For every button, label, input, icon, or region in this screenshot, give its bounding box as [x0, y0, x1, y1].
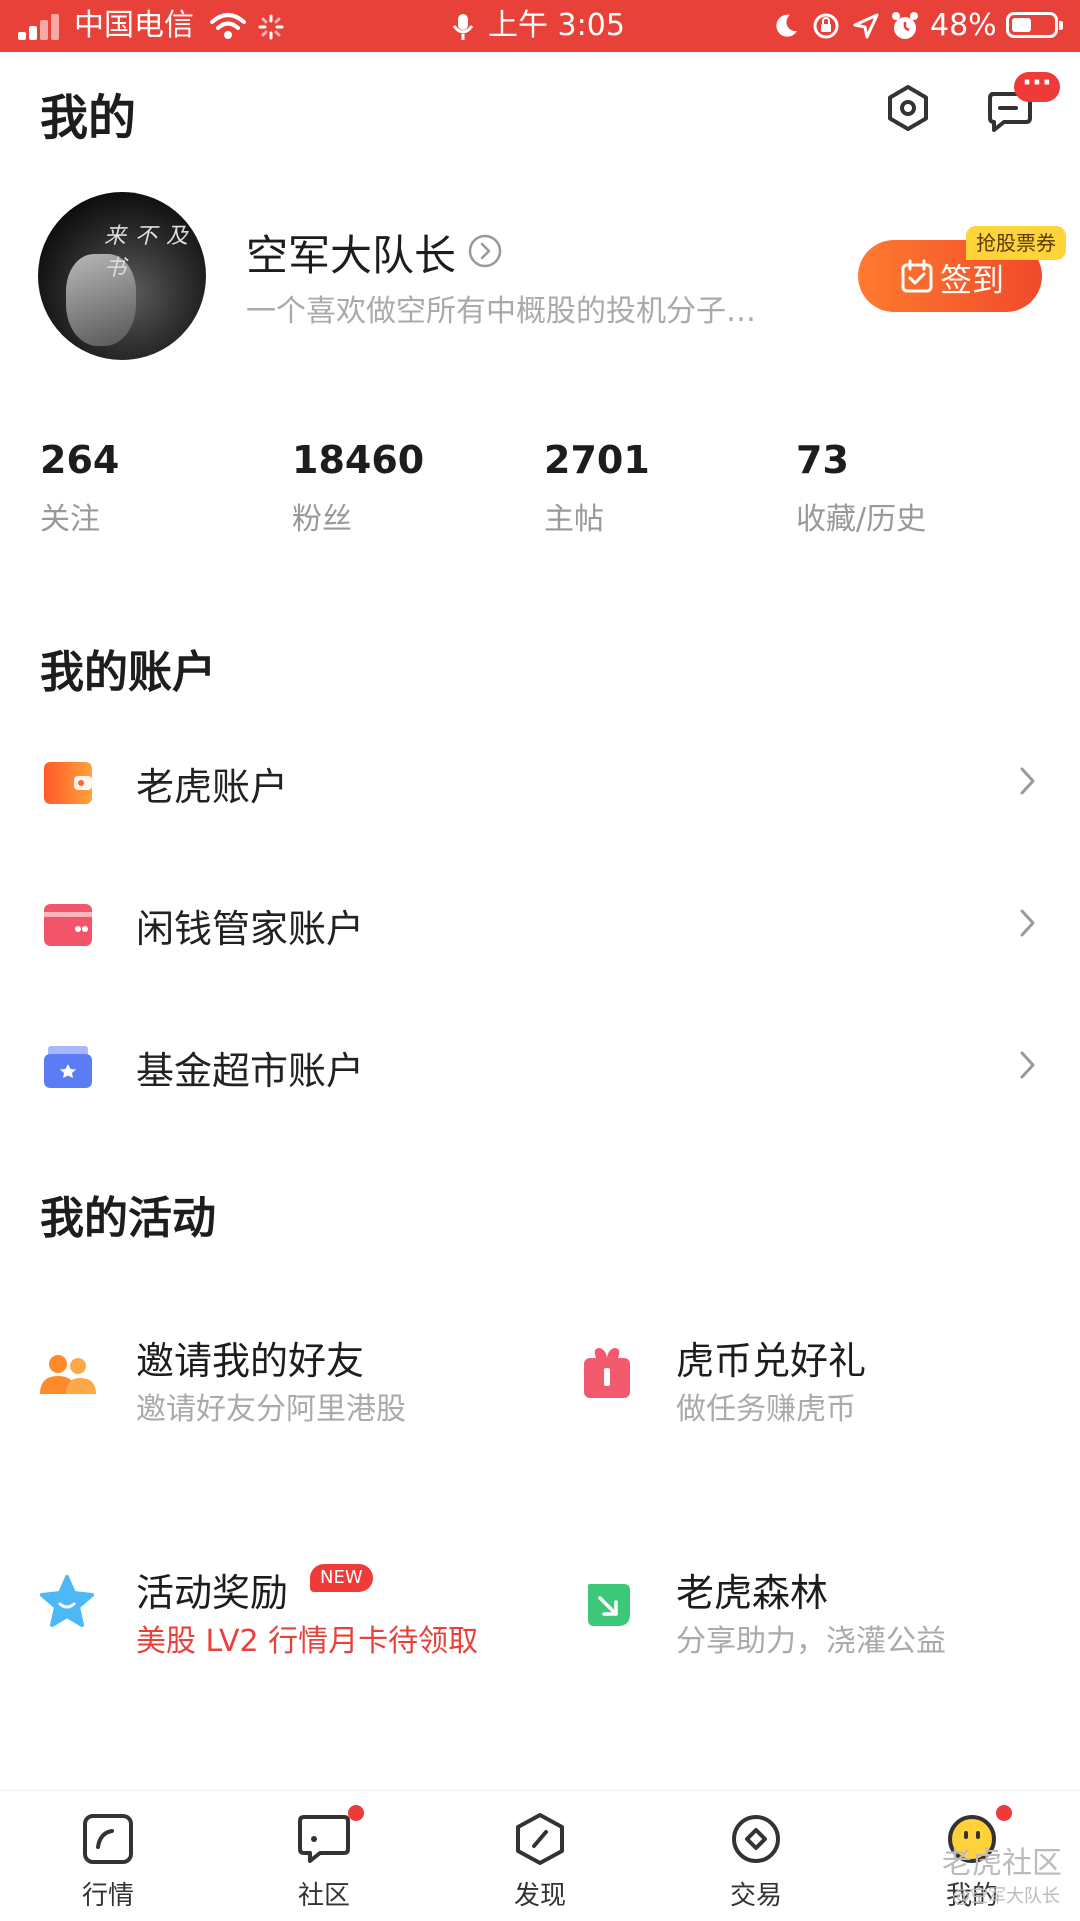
carrier-name: 中国电信 [74, 8, 194, 43]
activity-title: 老虎森林 [676, 1571, 829, 1615]
new-badge: NEW [310, 1564, 373, 1592]
moon-icon [776, 14, 797, 37]
activity-rewards[interactable]: 活动奖励 NEW 美股 LV2 行情月卡待领取 [0, 1552, 540, 1672]
wifi-icon [210, 13, 246, 39]
activity-title: 活动奖励 [136, 1571, 289, 1615]
invite-friends-icon [40, 1355, 96, 1394]
chart-icon [83, 1814, 133, 1864]
account-label: 闲钱管家账户 [136, 907, 365, 951]
chevron-right-circle-icon[interactable] [468, 234, 502, 268]
rotation-lock-icon [813, 13, 839, 39]
clock: 上午 3:05 [488, 8, 625, 43]
battery-icon [1006, 12, 1063, 38]
gift-icon [584, 1348, 630, 1398]
community-icon [298, 1815, 350, 1863]
tab-market[interactable]: 行情 [0, 1791, 216, 1921]
account-label: 老虎账户 [136, 765, 289, 809]
activity-subtitle: 邀请好友分阿里港股 [136, 1392, 406, 1427]
account-row-idle-money[interactable]: 闲钱管家账户 [0, 868, 1080, 988]
activity-subtitle: 美股 LV2 行情月卡待领取 [136, 1624, 479, 1659]
account-row-tiger[interactable]: 老虎账户 [0, 726, 1080, 846]
tab-discover[interactable]: 发现 [432, 1791, 648, 1921]
tab-label: 发现 [513, 1881, 566, 1911]
accounts-section-title: 我的账户 [40, 647, 216, 698]
tab-community[interactable]: 社区 [216, 1791, 432, 1921]
wallet-icon [44, 762, 92, 804]
unread-badge: ··· [1014, 70, 1060, 102]
signal-icon [18, 14, 62, 40]
watermark-brand: 老虎社区 [942, 1846, 1062, 1881]
star-icon [40, 1575, 94, 1627]
activity-invite-friends[interactable]: 邀请我的好友 邀请好友分阿里港股 [0, 1320, 540, 1440]
stat-favorites-label[interactable]: 收藏/历史 [796, 494, 926, 538]
activity-title: 虎币兑好礼 [676, 1339, 867, 1383]
status-bar: 中国电信 上午 3:05 48% [0, 0, 1080, 52]
alarm-icon [892, 12, 918, 39]
activities-section-title: 我的活动 [40, 1193, 216, 1244]
username[interactable]: 空军大队长 [246, 222, 456, 283]
fund-box-icon [44, 1046, 92, 1088]
tab-label: 社区 [297, 1881, 350, 1911]
stat-followers-label[interactable]: 粉丝 [292, 494, 352, 538]
stat-following-label[interactable]: 关注 [40, 494, 100, 538]
chevron-right-icon [1020, 767, 1035, 795]
account-label: 基金超市账户 [136, 1049, 365, 1093]
page-title: 我的 [40, 90, 137, 146]
chevron-right-icon [1020, 1051, 1035, 1079]
bottom-tab-bar: 行情 社区 发现 交易 我的 [0, 1790, 1080, 1921]
activity-subtitle: 做任务赚虎币 [676, 1392, 856, 1427]
stat-posts-count[interactable]: 2701 [544, 438, 650, 482]
battery-percent: 48% [930, 8, 997, 43]
activity-tiger-coin-gifts[interactable]: 虎币兑好礼 做任务赚虎币 [540, 1320, 1080, 1440]
coupon-badge: 抢股票券 [966, 226, 1066, 260]
stat-following-count[interactable]: 264 [40, 438, 119, 482]
card-icon [44, 904, 92, 946]
microphone-icon [452, 14, 474, 40]
stat-favorites-count[interactable]: 73 [796, 438, 849, 482]
unread-dot [348, 1805, 364, 1821]
settings-hexagon-icon[interactable] [884, 84, 932, 132]
account-row-fund-market[interactable]: 基金超市账户 [0, 1010, 1080, 1130]
unread-dot [996, 1805, 1012, 1821]
trade-icon [732, 1815, 780, 1863]
tab-label: 行情 [81, 1881, 134, 1911]
chevron-right-icon [1020, 909, 1035, 937]
activity-title: 邀请我的好友 [136, 1339, 365, 1383]
calendar-check-icon [901, 259, 933, 293]
stat-followers-count[interactable]: 18460 [292, 438, 424, 482]
activity-subtitle: 分享助力，浇灌公益 [676, 1624, 946, 1659]
tab-label: 交易 [729, 1881, 782, 1911]
loading-spinner-icon [258, 14, 284, 40]
stat-posts-label[interactable]: 主帖 [544, 494, 604, 538]
messages-button[interactable]: ··· [986, 70, 1060, 134]
leaf-icon [588, 1584, 630, 1626]
activity-tiger-forest[interactable]: 老虎森林 分享助力，浇灌公益 [540, 1552, 1080, 1672]
checkin-label: 签到 [940, 261, 1005, 299]
profile-bio: 一个喜欢做空所有中概股的投机分子… [246, 294, 756, 329]
watermark-author: @空军大队长 [952, 1886, 1060, 1907]
tab-trade[interactable]: 交易 [648, 1791, 864, 1921]
compass-icon [516, 1813, 564, 1865]
location-arrow-icon [853, 13, 879, 39]
avatar[interactable]: 来 不 及 书 [38, 192, 206, 360]
